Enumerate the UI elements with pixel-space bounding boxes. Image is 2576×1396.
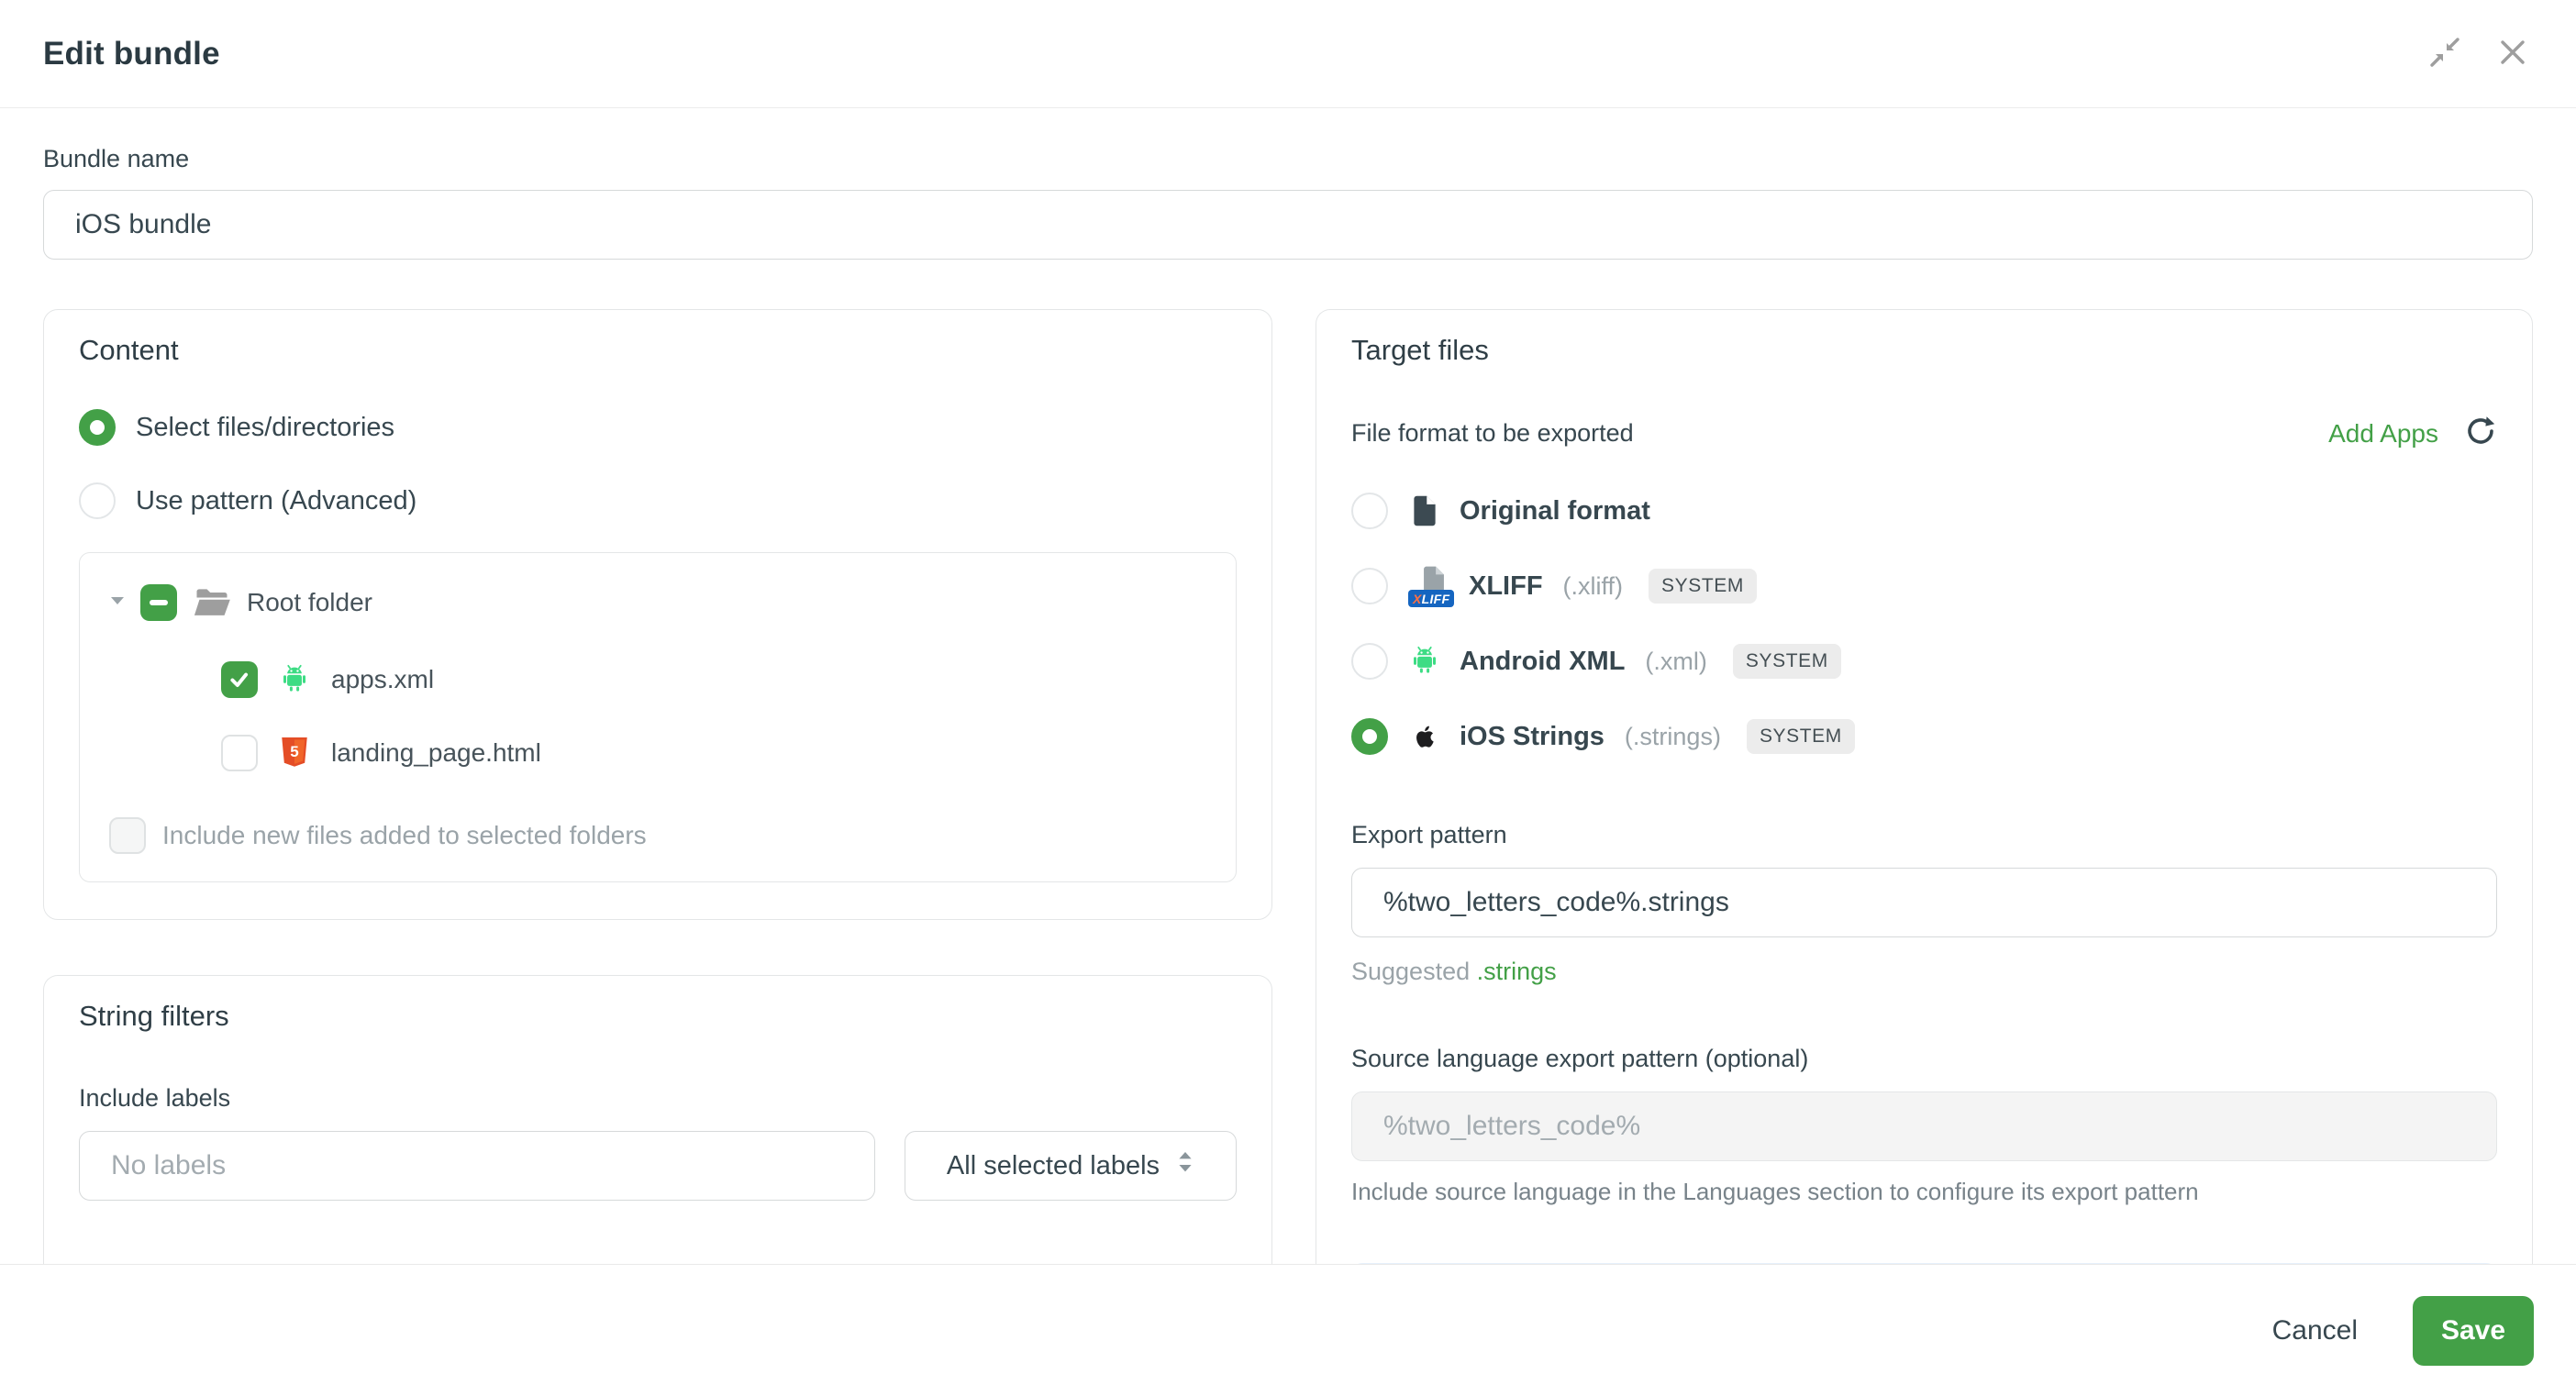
- root-folder-label: Root folder: [247, 588, 372, 617]
- folder-open-icon: [192, 582, 232, 623]
- include-new-label: Include new files added to selected fold…: [162, 821, 647, 850]
- file-icon: [1408, 494, 1441, 527]
- xliff-file-icon: XLIFF: [1408, 563, 1450, 609]
- refresh-icon[interactable]: [2464, 415, 2497, 452]
- string-filters-card: String filters Include labels All select…: [43, 975, 1272, 1264]
- include-new-checkbox[interactable]: [109, 817, 146, 854]
- content-card: Content Select files/directories Use pat…: [43, 309, 1272, 920]
- modal-header: Edit bundle: [0, 0, 2576, 108]
- bundle-name-label: Bundle name: [43, 145, 2533, 173]
- include-new-files-row[interactable]: Include new files added to selected fold…: [98, 806, 1217, 865]
- radio-off-icon: [1351, 493, 1388, 529]
- select-files-label: Select files/directories: [136, 413, 394, 443]
- android-icon: [1408, 645, 1441, 678]
- format-row-ios-strings[interactable]: iOS Strings (.strings) SYSTEM: [1351, 711, 2497, 762]
- modal-body: Bundle name Content Select files/directo…: [0, 108, 2576, 1264]
- tree-row-file[interactable]: apps.xml: [98, 650, 1217, 709]
- header-actions: [2425, 34, 2533, 74]
- suggested-hint: Suggested .strings: [1351, 958, 2497, 986]
- select-files-radio[interactable]: Select files/directories: [79, 409, 1237, 446]
- file-name: apps.xml: [331, 665, 434, 694]
- format-name: XLIFF: [1469, 571, 1543, 602]
- target-files-title: Target files: [1351, 334, 2497, 367]
- format-name: Original format: [1460, 496, 1650, 526]
- system-badge: SYSTEM: [1649, 569, 1757, 604]
- source-pattern-input: [1351, 1091, 2497, 1161]
- format-ext: (.xliff): [1563, 572, 1624, 601]
- caret-down-icon[interactable]: [109, 593, 126, 613]
- save-button[interactable]: Save: [2413, 1296, 2534, 1366]
- use-pattern-label: Use pattern (Advanced): [136, 486, 416, 516]
- source-pattern-label: Source language export pattern (optional…: [1351, 1045, 2497, 1073]
- file-tree: Root folder: [79, 552, 1237, 882]
- use-pattern-radio[interactable]: Use pattern (Advanced): [79, 482, 1237, 519]
- modal-footer: Cancel Save: [0, 1264, 2576, 1396]
- format-row-android-xml[interactable]: Android XML (.xml) SYSTEM: [1351, 636, 2497, 687]
- radio-on-icon: [79, 409, 116, 446]
- file-name: landing_page.html: [331, 738, 541, 768]
- close-button[interactable]: [2493, 34, 2533, 74]
- radio-on-icon: [1351, 718, 1388, 755]
- format-label: File format to be exported: [1351, 419, 1634, 448]
- content-title: Content: [79, 334, 1237, 367]
- system-badge: SYSTEM: [1733, 644, 1841, 679]
- format-ext: (.xml): [1645, 648, 1706, 676]
- close-icon: [2494, 34, 2531, 73]
- include-labels-label: Include labels: [79, 1084, 1237, 1113]
- format-name: Android XML: [1460, 647, 1625, 677]
- android-file-icon: [278, 663, 311, 696]
- collapse-icon: [2426, 34, 2463, 73]
- root-checkbox-indeterminate[interactable]: [140, 584, 177, 621]
- radio-off-icon: [1351, 568, 1388, 604]
- html5-file-icon: 5: [278, 737, 311, 770]
- export-pattern-label: Export pattern: [1351, 821, 2497, 849]
- tree-row-root[interactable]: Root folder: [98, 573, 1217, 632]
- edit-bundle-modal: Edit bundle: [0, 0, 2576, 1396]
- export-pattern-input[interactable]: [1351, 868, 2497, 937]
- bundle-name-field: Bundle name: [43, 145, 2533, 260]
- svg-text:5: 5: [290, 743, 298, 760]
- tree-row-file[interactable]: 5 landing_page.html: [98, 724, 1217, 782]
- format-row-xliff[interactable]: XLIFF XLIFF (.xliff) SYSTEM: [1351, 560, 2497, 612]
- target-files-card: Target files File format to be exported …: [1316, 309, 2533, 1264]
- cancel-button[interactable]: Cancel: [2272, 1315, 2358, 1346]
- page-title: Edit bundle: [43, 36, 220, 72]
- bundle-name-input[interactable]: [43, 190, 2533, 260]
- source-pattern-helper: Include source language in the Languages…: [1351, 1178, 2497, 1206]
- sort-arrows-icon: [1176, 1149, 1194, 1182]
- radio-off-icon: [79, 482, 116, 519]
- format-row-original[interactable]: Original format: [1351, 485, 2497, 537]
- file-checkbox-unchecked[interactable]: [221, 735, 258, 771]
- string-filters-title: String filters: [79, 1000, 1237, 1033]
- format-ext: (.strings): [1625, 723, 1721, 751]
- suggested-strings-link[interactable]: .strings: [1477, 958, 1557, 985]
- collapse-button[interactable]: [2425, 34, 2465, 74]
- format-name: iOS Strings: [1460, 722, 1604, 752]
- labels-mode-select[interactable]: All selected labels: [905, 1131, 1237, 1201]
- labels-input[interactable]: [79, 1131, 875, 1201]
- apple-icon: [1408, 720, 1441, 753]
- labels-mode-value: All selected labels: [947, 1151, 1160, 1181]
- system-badge: SYSTEM: [1747, 719, 1855, 754]
- radio-off-icon: [1351, 643, 1388, 680]
- file-checkbox-checked[interactable]: [221, 661, 258, 698]
- add-apps-link[interactable]: Add Apps: [2328, 419, 2438, 449]
